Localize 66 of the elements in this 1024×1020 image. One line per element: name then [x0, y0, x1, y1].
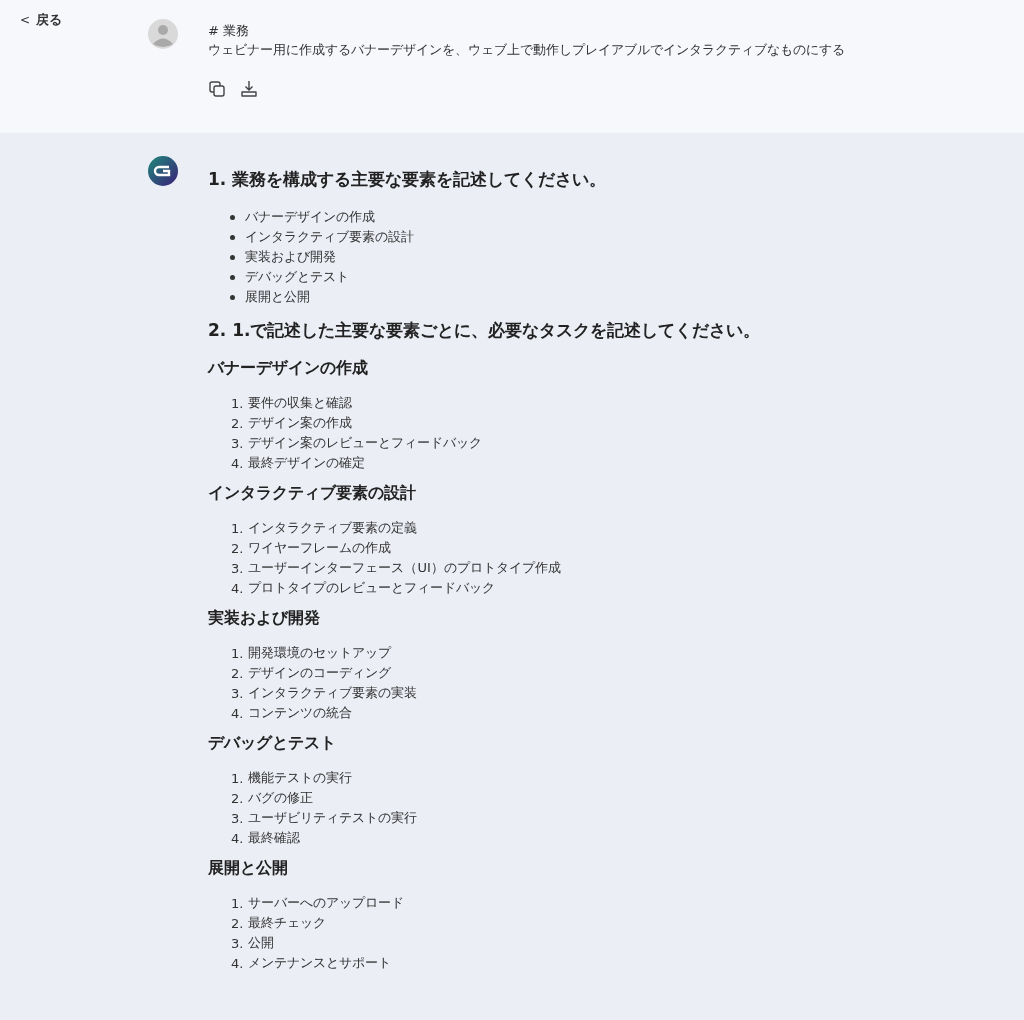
list-number: 3.	[231, 810, 244, 826]
assistant-logo-icon	[148, 156, 178, 186]
list-item: バグの修正	[248, 789, 314, 807]
list-item: 展開と公開	[245, 288, 310, 306]
list-item: 最終デザインの確定	[248, 454, 366, 472]
list-item: ワイヤーフレームの作成	[248, 539, 392, 557]
list-item: デバッグとテスト	[245, 268, 349, 286]
subsection-heading: デバッグとテスト	[208, 733, 337, 754]
list-item: インタラクティブ要素の実装	[248, 684, 418, 702]
list-item: 最終確認	[248, 829, 301, 847]
bullet-icon	[230, 254, 235, 260]
list-number: 1.	[231, 645, 244, 661]
list-number: 3.	[231, 685, 244, 701]
list-item: ユーザーインターフェース（UI）のプロトタイプ作成	[248, 559, 561, 577]
bullet-icon	[230, 294, 235, 300]
chevron-left-icon: <	[20, 13, 31, 27]
avatar-icon	[148, 19, 178, 49]
list-item: デザイン案のレビューとフィードバック	[248, 434, 483, 452]
list-number: 4.	[231, 580, 244, 596]
list-item: インタラクティブ要素の定義	[248, 519, 418, 537]
bullet-icon	[230, 214, 235, 220]
list-number: 2.	[231, 540, 244, 556]
list-number: 1.	[231, 395, 244, 411]
section-heading: 1. 業務を構成する主要な要素を記述してください。	[208, 168, 608, 191]
list-item: 開発環境のセットアップ	[248, 644, 392, 662]
list-number: 3.	[231, 560, 244, 576]
list-number: 2.	[231, 915, 244, 931]
list-number: 4.	[231, 830, 244, 846]
back-link[interactable]: < 戻る	[20, 11, 63, 29]
list-number: 3.	[231, 935, 244, 951]
list-item: デザイン案の作成	[248, 414, 353, 432]
list-item: インタラクティブ要素の設計	[245, 228, 414, 246]
subsection-heading: 展開と公開	[208, 858, 289, 879]
list-item: 要件の収集と確認	[248, 394, 353, 412]
bullet-icon	[230, 274, 235, 280]
message-text: ウェビナー用に作成するバナーデザインを、ウェブ上で動作しプレイアブルでインタラクティブなものにする	[208, 41, 845, 59]
list-item: 実装および開発	[245, 248, 336, 266]
subsection-heading: インタラクティブ要素の設計	[208, 483, 417, 504]
list-item: 機能テストの実行	[248, 769, 353, 787]
list-number: 4.	[231, 455, 244, 471]
section-heading: 2. 1.で記述した主要な要素ごとに、必要なタスクを記述してください。	[208, 319, 761, 342]
list-number: 2.	[231, 415, 244, 431]
list-number: 2.	[231, 790, 244, 806]
list-item: 最終チェック	[248, 914, 327, 932]
list-number: 4.	[231, 705, 244, 721]
list-item: ユーザビリティテストの実行	[248, 809, 418, 827]
download-icon[interactable]	[240, 80, 258, 98]
copy-icon[interactable]	[208, 80, 226, 98]
list-number: 1.	[231, 520, 244, 536]
list-item: メンテナンスとサポート	[248, 954, 392, 972]
list-item: コンテンツの統合	[248, 704, 353, 722]
list-number: 3.	[231, 435, 244, 451]
list-item: サーバーへのアップロード	[248, 894, 405, 912]
bullet-icon	[230, 234, 235, 240]
list-number: 4.	[231, 955, 244, 971]
list-number: 1.	[231, 770, 244, 786]
subsection-heading: 実装および開発	[208, 608, 321, 629]
message-title: # 業務	[208, 22, 251, 40]
list-item: バナーデザインの作成	[245, 208, 375, 226]
list-number: 1.	[231, 895, 244, 911]
list-item: プロトタイプのレビューとフィードバック	[248, 579, 496, 597]
list-number: 2.	[231, 665, 244, 681]
list-item: デザインのコーディング	[248, 664, 392, 682]
list-item: 公開	[248, 934, 275, 952]
subsection-heading: バナーデザインの作成	[208, 358, 369, 379]
back-label: 戻る	[36, 11, 63, 29]
